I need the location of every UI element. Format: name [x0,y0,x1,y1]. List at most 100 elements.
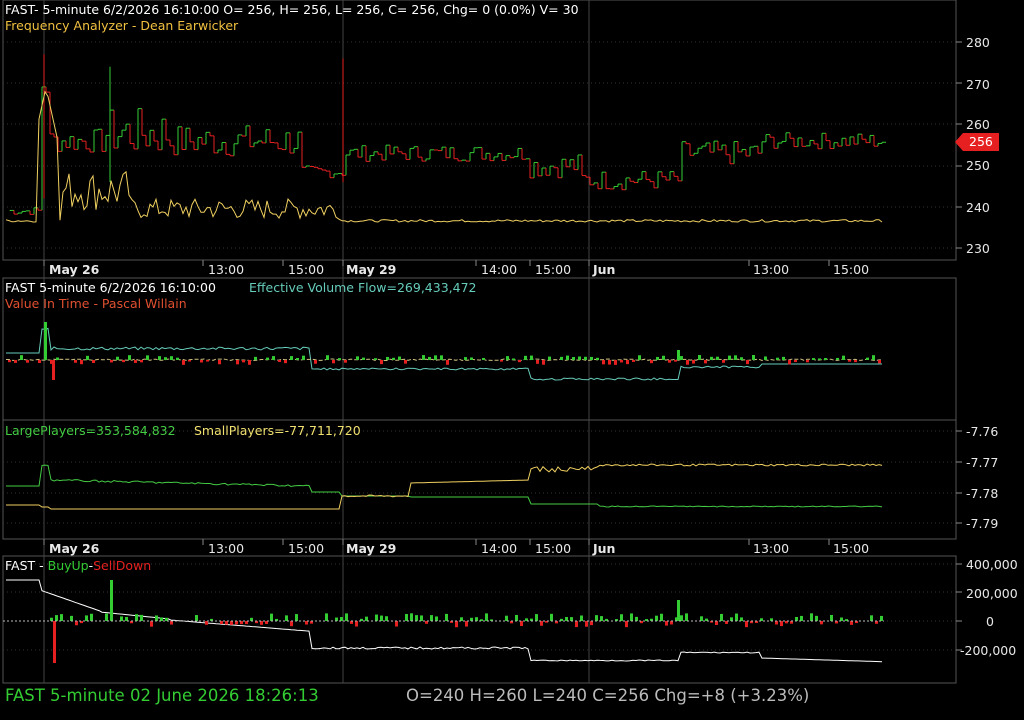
evf-bar [140,360,143,363]
buy-sell-bar [570,617,573,621]
buy-sell-bar [410,613,413,621]
buy-sell-bar [70,615,73,621]
buy-sell-bar [850,621,853,625]
pane4-axis-400k: 400,000 [966,557,1018,572]
buy-sell-bar [730,617,733,621]
evf-bar [464,357,467,360]
evf-bar [52,360,55,380]
evf-bar [86,355,89,360]
evf-bar [188,360,191,362]
buy-sell-bar [375,614,378,621]
buy-sell-bar [505,615,508,621]
evf-bar [596,357,599,360]
evf-bar [440,355,443,360]
evf-bar [608,360,611,365]
evf-bar [392,357,395,360]
buy-sell-bar [580,615,583,621]
pane4-axis-neg200k: -200,000 [960,643,1017,658]
buy-sell-bar [150,621,153,627]
evf-bar [788,360,791,365]
evf-bar [446,360,449,365]
date-1500-a: 15:00 [288,262,325,277]
value-in-time-line [6,358,883,362]
evf-bar [122,360,125,363]
buy-sell-bar [435,616,438,621]
buy-sell-bar [775,621,778,625]
evf-bar [776,357,779,360]
evf-bar [428,356,431,360]
date2-1300-c: 13:00 [753,541,790,556]
evf-bar [92,360,95,364]
buy-sell-bar [55,615,58,621]
evf-bar [422,355,425,360]
buy-sell-bar [685,613,688,621]
date-jun: Jun [593,262,616,277]
evf-bar [704,360,707,364]
buy-sell-bar [415,615,418,621]
evf-bar [530,355,533,360]
buy-sell-bar [465,621,468,627]
evf-bar [278,360,281,362]
evf-bar [20,355,23,360]
buy-sell-bar [365,616,368,621]
evf-bar [38,360,41,363]
evf-bar [710,356,713,360]
buy-sell-bar [795,617,798,621]
buy-sell-bar [670,621,673,625]
evf-bar [338,358,341,360]
evf-bar [542,360,545,365]
date2-may26: May 26 [49,541,100,556]
buy-sell-bar [677,600,680,621]
buy-sell-bar [195,615,198,621]
evf-bar [746,360,749,365]
buy-sell-bar [870,615,873,621]
large-players-line [6,464,883,508]
price-axis-240: 240 [966,200,990,215]
price-axis-250: 250 [966,158,990,173]
buy-sell-bar [420,615,423,621]
buy-sell-bar [565,617,568,621]
evf-bar [146,355,149,360]
evf-bar [590,356,593,360]
evf-bar [356,356,359,360]
evf-bar [56,357,59,360]
price-axis-280: 280 [966,35,990,50]
evf-bar [518,360,521,363]
buy-sell-bar [60,614,63,621]
buy-sell-bar [830,614,833,621]
pane2-evf-label: Effective Volume Flow=269,433,472 [249,280,477,295]
frequency-analyzer-line [5,90,883,223]
evf-bar [248,360,251,365]
buy-sell-bar [325,613,328,621]
pane4-prefix: FAST - [5,558,48,573]
evf-bar [794,360,797,363]
evf-bar [404,360,407,364]
pane3-axis-777: -7.77 [966,455,999,470]
evf-bar [482,357,485,360]
evf-bar [398,356,401,360]
evf-bar [818,358,821,360]
evf-bar [236,360,239,365]
date2-1500-b: 15:00 [535,541,572,556]
evf-bar [674,360,677,362]
pane1-header: FAST- 5-minute 6/2/2026 16:10:00 O= 256,… [5,2,579,17]
buy-sell-bar [550,613,553,621]
evf-bar [722,360,725,363]
large-players-label: LargePlayers=353,584,832 [5,423,176,438]
buy-sell-bar [585,621,588,627]
buy-sell-bar [105,613,108,621]
evf-bar [836,357,839,360]
pane2-study-label: Value In Time - Pascal Willain [5,296,187,311]
evf-bar [698,355,701,360]
evf-bar [200,360,203,363]
pane3-axis-779: -7.79 [966,516,999,531]
buy-sell-bar [515,614,518,621]
evf-bar [8,360,11,363]
footer-ohlc-info: O=240 H=260 L=240 C=256 Chg=+8 (+3.23%) [406,686,810,705]
pane4-buyup-label: BuyUp [47,558,89,573]
date-may29: May 29 [346,262,397,277]
buy-sell-bar [485,613,488,621]
buy-sell-bar [460,617,463,621]
date2-may29: May 29 [346,541,397,556]
pane2-header: FAST 5-minute 6/2/2026 16:10:00 [5,280,216,295]
